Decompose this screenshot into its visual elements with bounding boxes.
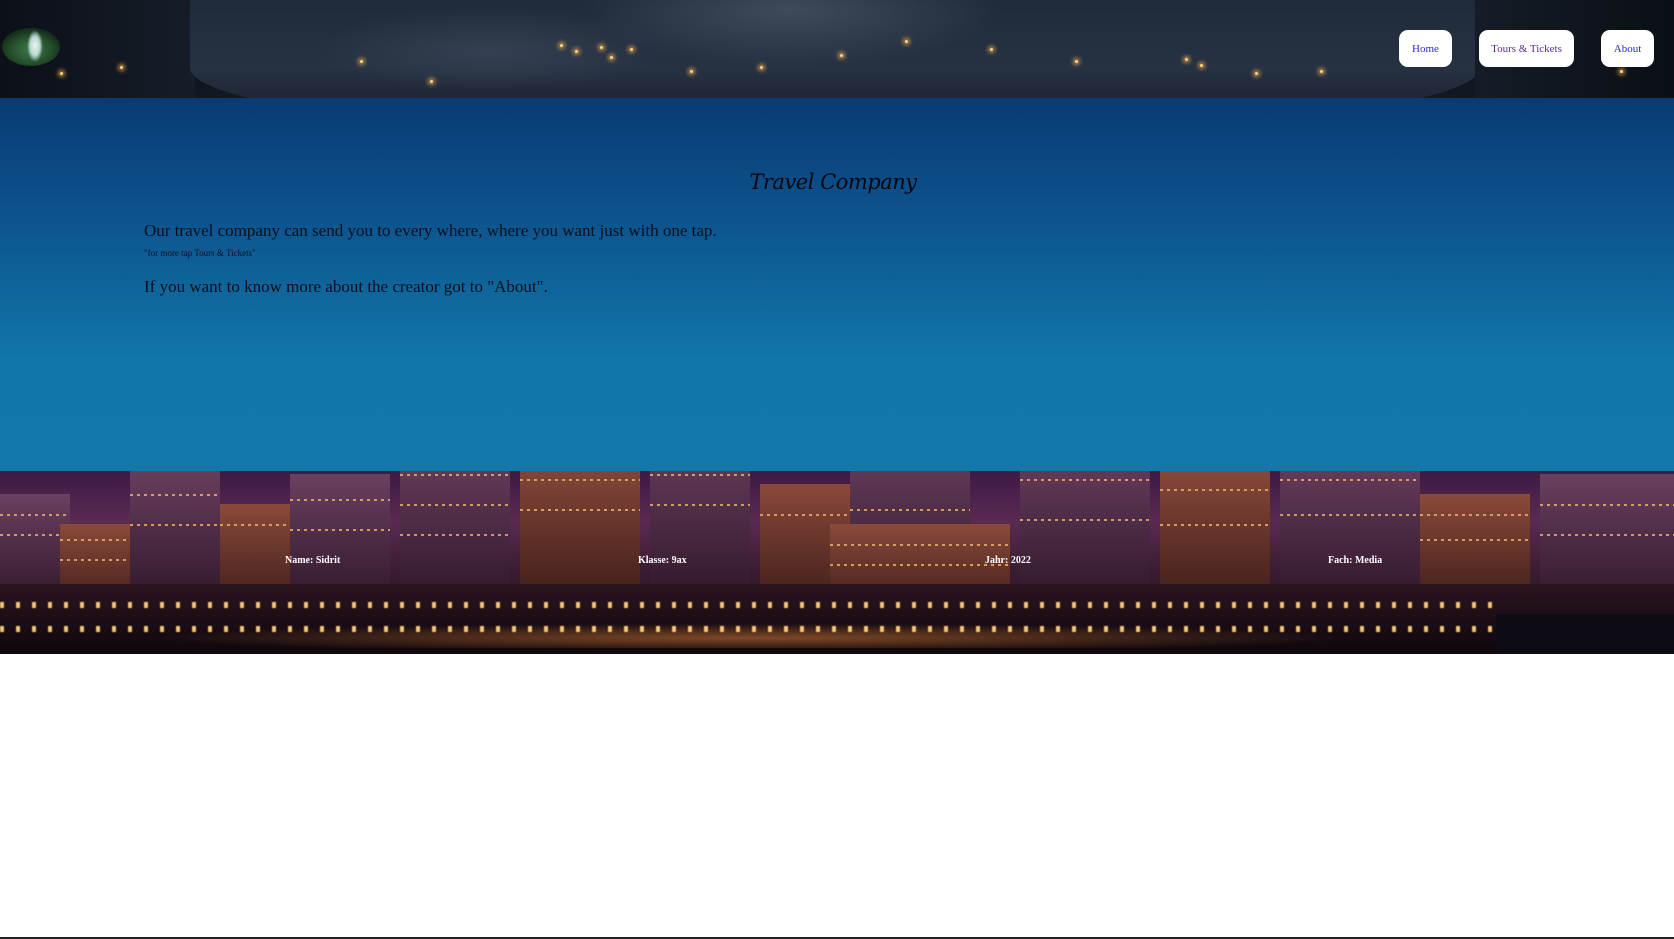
footer-banner: Name: Sidrit Klasse: 9ax Jahr: 2022 Fach… bbox=[0, 471, 1674, 654]
city-light bbox=[120, 66, 123, 69]
city-light bbox=[560, 44, 563, 47]
footer-fach: Fach: Media bbox=[1328, 555, 1383, 566]
light-glow bbox=[0, 618, 1500, 648]
nav-about-button[interactable]: About bbox=[1601, 30, 1654, 67]
city-light bbox=[575, 50, 578, 53]
nav-home-button[interactable]: Home bbox=[1399, 30, 1452, 67]
city-light bbox=[610, 56, 613, 59]
city-light bbox=[60, 72, 63, 75]
city-light bbox=[690, 70, 693, 73]
footer-jahr: Jahr: 2022 bbox=[985, 555, 1031, 566]
city-light bbox=[1620, 70, 1623, 73]
city-light bbox=[905, 40, 908, 43]
waterfall-logo-icon[interactable] bbox=[2, 28, 60, 66]
city-light bbox=[840, 54, 843, 57]
main-content: Travel Company Our travel company can se… bbox=[0, 98, 1674, 471]
city-light bbox=[430, 80, 433, 83]
city-light bbox=[760, 66, 763, 69]
city-light bbox=[1255, 72, 1258, 75]
intro-text: Our travel company can send you to every… bbox=[144, 221, 717, 240]
city-light bbox=[600, 46, 603, 49]
street-lights bbox=[0, 626, 1495, 632]
street-lights bbox=[0, 602, 1495, 608]
water-edge bbox=[1496, 614, 1674, 654]
footer-klasse: Klasse: 9ax bbox=[638, 555, 687, 566]
city-light bbox=[1185, 58, 1188, 61]
header-banner: Home Tours & Tickets About bbox=[0, 0, 1674, 98]
earth-night-image bbox=[190, 0, 1480, 98]
nav-tours-tickets-button[interactable]: Tours & Tickets bbox=[1479, 30, 1574, 67]
hint-text: "for more tap Tours & Tickets" bbox=[144, 248, 256, 258]
city-light bbox=[1075, 60, 1078, 63]
footer-name: Name: Sidrit bbox=[285, 555, 341, 566]
page-title: Travel Company bbox=[749, 170, 917, 194]
city-light bbox=[990, 48, 993, 51]
city-light bbox=[1200, 64, 1203, 67]
city-light bbox=[630, 48, 633, 51]
about-hint-text: If you want to know more about the creat… bbox=[144, 277, 548, 296]
city-light bbox=[1320, 70, 1323, 73]
city-light bbox=[360, 60, 363, 63]
